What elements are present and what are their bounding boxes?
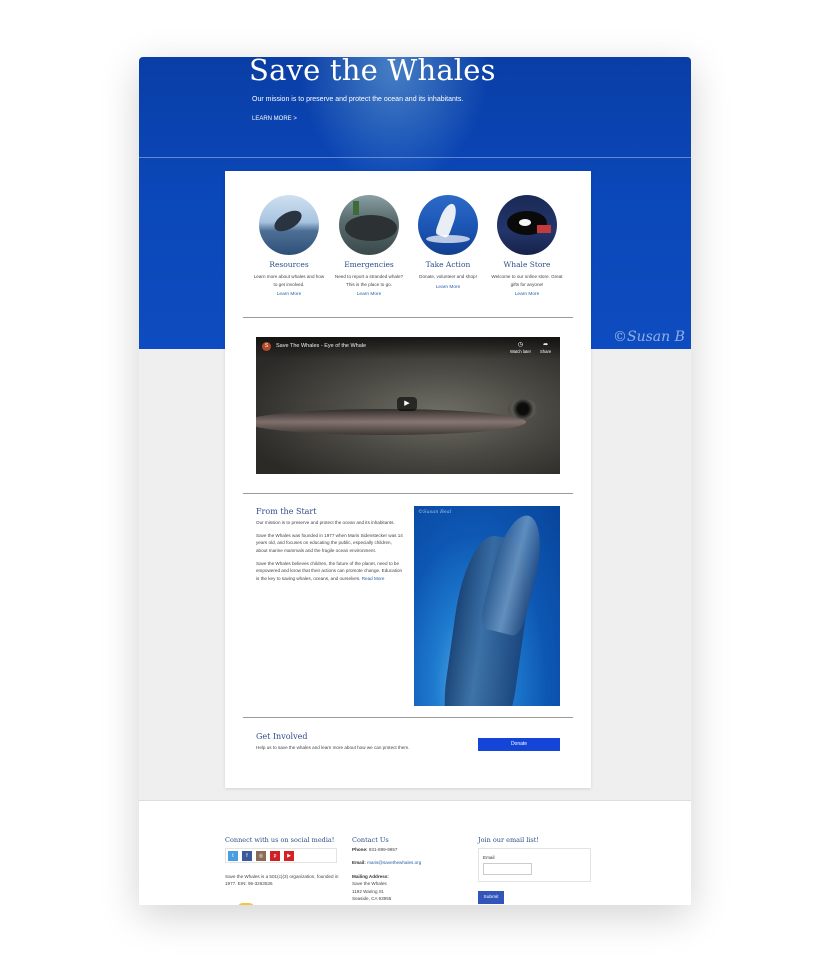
section-divider xyxy=(243,493,573,494)
contact-phone: Phone: 831-899-9957 xyxy=(352,846,397,853)
donate-button[interactable]: Donate xyxy=(478,738,560,751)
about-heading: From the Start xyxy=(256,507,317,516)
whale-tail-image xyxy=(418,195,478,255)
whale-eye-image xyxy=(508,399,538,419)
mailing-label: Mailing Address: xyxy=(352,874,389,879)
section-divider xyxy=(243,717,573,718)
social-heading: Connect with us on social media! xyxy=(225,836,335,844)
page-frame: Save the Whales Our mission is to preser… xyxy=(139,57,691,905)
breaching-whale-image xyxy=(259,195,319,255)
get-involved-heading: Get Involved xyxy=(256,732,308,741)
pinterest-icon[interactable]: p xyxy=(270,851,280,861)
org-info-line-2: 1977. EIN: 95-3263536 xyxy=(225,881,273,887)
video-player[interactable]: S Save The Whales - Eye of the Whale ◷ W… xyxy=(256,337,560,474)
watch-later-button[interactable]: ◷ Watch later xyxy=(510,341,531,354)
email-link[interactable]: maris@savethewhales.org xyxy=(367,860,421,865)
humpback-whale-image: ©Susan Beal xyxy=(414,506,560,706)
feature-learn-more-link[interactable]: Learn More xyxy=(491,292,563,297)
social-icons-box: t f ◎ p ▶ xyxy=(225,848,337,863)
share-arrow-icon: ➦ xyxy=(543,342,549,348)
feature-text: Welcome to our online store. Great gifts… xyxy=(491,274,563,287)
hero-title: Save the Whales xyxy=(249,57,496,87)
about-paragraph-1: Our mission is to preserve and protect t… xyxy=(256,520,395,525)
feature-take-action: Take Action Donate, volunteer and shop! … xyxy=(412,195,484,290)
orca-image xyxy=(497,195,557,255)
photo-watermark: ©Susan B xyxy=(613,329,685,345)
facebook-icon[interactable]: f xyxy=(242,851,252,861)
phone-number: 831-899-9957 xyxy=(368,847,398,852)
address-line-2: 1192 Waring St. xyxy=(352,888,385,894)
feature-learn-more-link[interactable]: Learn More xyxy=(412,285,484,290)
email-label: Email: xyxy=(352,860,366,865)
feature-text: Donate, volunteer and shop! xyxy=(419,274,477,279)
section-divider xyxy=(243,317,573,318)
hero-divider xyxy=(139,157,691,158)
phone-label: Phone: xyxy=(352,847,368,852)
feature-emergencies: Emergencies Need to report a stranded wh… xyxy=(333,195,405,297)
email-field-label: Email xyxy=(483,855,495,860)
stranded-whale-image xyxy=(339,195,399,255)
hero-learn-more-link[interactable]: LEARN MORE > xyxy=(252,116,297,122)
about-paragraph-3: Save the Whales believes children, the f… xyxy=(256,560,404,582)
contact-heading: Contact Us xyxy=(352,836,389,844)
share-label: Share xyxy=(540,349,552,354)
video-title[interactable]: Save The Whales - Eye of the Whale xyxy=(276,343,366,349)
youtube-icon[interactable]: ▶ xyxy=(284,851,294,861)
get-involved-text: Help us to save the whales and learn mor… xyxy=(256,745,410,750)
feature-title: Resources xyxy=(269,260,309,269)
email-list-heading: Join our email list! xyxy=(478,836,539,844)
org-info-line-1: Save the Whales is a 501(c)(3) organizat… xyxy=(225,874,339,879)
feature-title: Emergencies xyxy=(344,260,394,269)
footer: Connect with us on social media! t f ◎ p… xyxy=(139,800,691,905)
hero-subtitle: Our mission is to preserve and protect t… xyxy=(252,96,464,103)
feature-text: Need to report a stranded whale? This is… xyxy=(334,274,404,287)
feature-text: Learn more about whales and how to get i… xyxy=(253,274,325,287)
clock-icon: ◷ xyxy=(517,342,524,348)
image-watermark: ©Susan Beal xyxy=(418,509,452,515)
twitter-icon[interactable]: t xyxy=(228,851,238,861)
org-info: Save the Whales is a 501(c)(3) organizat… xyxy=(225,873,338,888)
feature-title: Whale Store xyxy=(503,260,551,269)
contact-email: Email: maris@savethewhales.org xyxy=(352,859,421,866)
whale-mouth-image xyxy=(256,409,526,435)
feature-whale-store: Whale Store Welcome to our online store.… xyxy=(491,195,563,297)
feature-title: Take Action xyxy=(425,260,471,269)
watch-later-label: Watch later xyxy=(510,349,532,354)
channel-logo-icon[interactable]: S xyxy=(262,342,271,351)
feature-learn-more-link[interactable]: Learn More xyxy=(333,292,405,297)
submit-button[interactable]: Submit xyxy=(478,891,504,904)
mailing-address: Mailing Address: Save the Whales 1192 Wa… xyxy=(352,873,391,902)
feature-resources: Resources Learn more about whales and ho… xyxy=(253,195,325,297)
seal-badge-icon xyxy=(237,903,255,905)
email-field[interactable] xyxy=(483,863,532,875)
address-line-3: Seaside, CA 93955 xyxy=(352,895,392,901)
address-line-1: Save the Whales xyxy=(352,881,387,887)
feature-learn-more-link[interactable]: Learn More xyxy=(253,292,325,297)
about-paragraph-2: Save the Whales was founded in 1977 when… xyxy=(256,533,403,553)
share-button[interactable]: ➦ Share xyxy=(540,341,551,354)
email-signup-form: Email xyxy=(478,848,591,882)
read-more-link[interactable]: Read More xyxy=(362,576,385,581)
play-button-icon[interactable]: ▶ xyxy=(397,397,417,411)
instagram-icon[interactable]: ◎ xyxy=(256,851,266,861)
main-content-card: Resources Learn more about whales and ho… xyxy=(225,171,591,788)
